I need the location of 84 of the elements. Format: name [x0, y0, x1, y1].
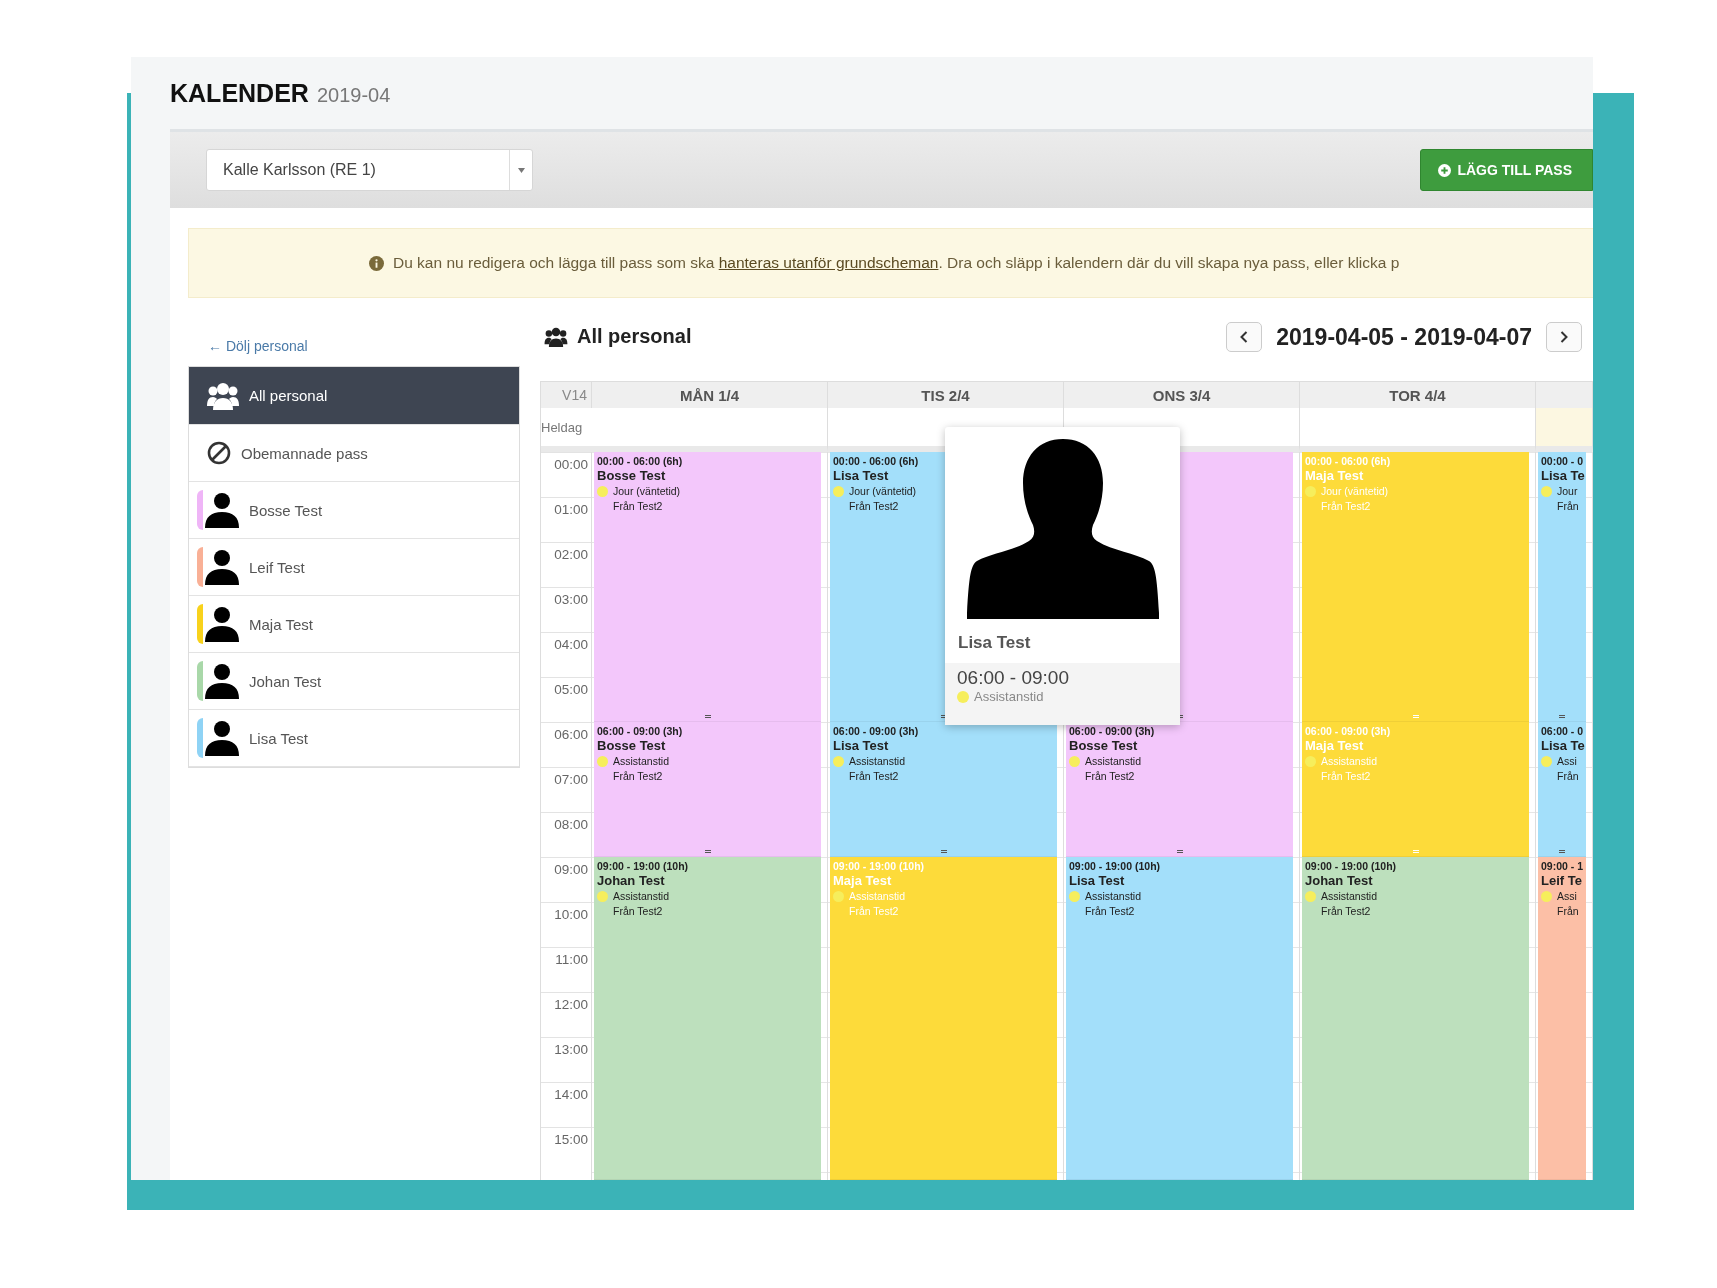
event-type: Assistanstid	[1085, 755, 1142, 767]
hour-label: 13:00	[554, 1042, 588, 1057]
event-time: 06:00 - 09:00 (3h)	[597, 725, 683, 737]
title-period: 2019-04	[316, 84, 391, 107]
event-type: Assistanstid	[613, 890, 670, 902]
hour-label: 08:00	[554, 817, 588, 832]
event-person: Maja Test	[1305, 738, 1364, 753]
event-origin: Från Test2	[1084, 770, 1135, 782]
calendar-heading: All personal	[577, 325, 692, 348]
event-origin: Från Test2	[1320, 500, 1371, 512]
popover-type: Assistanstid	[974, 689, 1044, 704]
hour-label: 07:00	[554, 772, 588, 787]
event-person: Maja Test	[833, 873, 892, 888]
event-person: Lisa Test	[833, 468, 889, 483]
event-type: Jour (väntetid)	[849, 485, 917, 497]
event-origin: Från Test2	[848, 500, 899, 512]
hour-label: 15:00	[554, 1132, 588, 1147]
hour-label: 05:00	[554, 682, 588, 697]
event-person: Bosse Test	[597, 738, 666, 753]
event-origin: Från	[1556, 770, 1579, 782]
hour-label: 09:00	[554, 862, 588, 877]
event-origin: Från Test2	[612, 500, 663, 512]
event-type: Assistanstid	[1321, 755, 1378, 767]
hour-label: 11:00	[555, 952, 588, 967]
event-type: Assistanstid	[613, 755, 670, 767]
event-type: Jour (väntetid)	[613, 485, 681, 497]
event-person: Lisa Te	[1541, 468, 1585, 483]
event-origin: Från Test2	[612, 905, 663, 917]
event-person: Lisa Test	[1069, 873, 1125, 888]
hour-label: 06:00	[554, 727, 588, 742]
event-time: 09:00 - 19:00 (10h)	[1305, 860, 1397, 872]
event-origin: Från Test2	[612, 770, 663, 782]
page-title: KALENDER	[170, 79, 309, 108]
event-person: Lisa Test	[833, 738, 889, 753]
event-time: 00:00 - 06:00 (6h)	[597, 455, 683, 467]
event-time: 09:00 - 19:00 (10h)	[1069, 860, 1161, 872]
day-header: TIS 2/4	[828, 381, 1064, 408]
event-person: Bosse Test	[597, 468, 666, 483]
event-person: Maja Test	[1305, 468, 1364, 483]
hour-label: 02:00	[554, 547, 588, 562]
day-header: MÅN 1/4	[592, 381, 828, 408]
event-origin: Från Test2	[1084, 905, 1135, 917]
hour-label: 01:00	[554, 502, 588, 517]
event-type: Assistanstid	[1321, 890, 1378, 902]
hour-label: 14:00	[554, 1087, 588, 1102]
event-time: 06:00 - 09:00 (3h)	[1069, 725, 1155, 737]
hour-label: 04:00	[554, 637, 588, 652]
alert-message: Du kan nu redigera och lägga till pass som ska hanteras utanför grundscheman. Dra och släpp i kalendern där du vill skapa nya pass, eller klicka p	[393, 254, 1400, 272]
event-time: 06:00 - 0	[1541, 725, 1584, 737]
hour-label: 12:00	[554, 997, 588, 1012]
event-person: Johan Test	[1305, 873, 1373, 888]
event-time: 06:00 - 09:00 (3h)	[833, 725, 919, 737]
event-person: Johan Test	[597, 873, 665, 888]
event-time: 09:00 - 19:00 (10h)	[833, 860, 925, 872]
event-time: 09:00 - 1	[1541, 860, 1584, 872]
hour-label: 03:00	[554, 592, 588, 607]
event-type: Jour (väntetid)	[1321, 485, 1389, 497]
event-time: 09:00 - 19:00 (10h)	[597, 860, 689, 872]
day-header: ONS 3/4	[1064, 381, 1300, 408]
event-person: Leif Te	[1541, 873, 1582, 888]
event-type: Assistanstid	[849, 755, 906, 767]
event-origin: Från Test2	[848, 905, 899, 917]
event-time: 00:00 - 06:00 (6h)	[833, 455, 919, 467]
date-range: 2019-04-05 - 2019-04-07	[1276, 323, 1532, 351]
event-type: Assistanstid	[1085, 890, 1142, 902]
hour-label: 10:00	[554, 907, 588, 922]
week-number: V14	[541, 381, 592, 408]
event-origin: Från Test2	[1320, 905, 1371, 917]
popover-name: Lisa Test	[957, 632, 1032, 654]
event-person: Bosse Test	[1069, 738, 1138, 753]
event-type: Assi	[1557, 755, 1577, 767]
event-type: Jour	[1557, 485, 1578, 497]
event-time: 06:00 - 09:00 (3h)	[1305, 725, 1391, 737]
event-origin: Från Test2	[1320, 770, 1371, 782]
event-origin: Från	[1556, 500, 1579, 512]
event-origin: Från Test2	[848, 770, 899, 782]
day-header: TOR 4/4	[1300, 381, 1536, 408]
event-type: Assi	[1557, 890, 1577, 902]
event-time: 00:00 - 0	[1541, 455, 1584, 467]
hour-label: 00:00	[554, 457, 588, 472]
event-person: Lisa Te	[1541, 738, 1585, 753]
event-type: Assistanstid	[849, 890, 906, 902]
event-time: 00:00 - 06:00 (6h)	[1305, 455, 1391, 467]
event-origin: Från	[1556, 905, 1579, 917]
